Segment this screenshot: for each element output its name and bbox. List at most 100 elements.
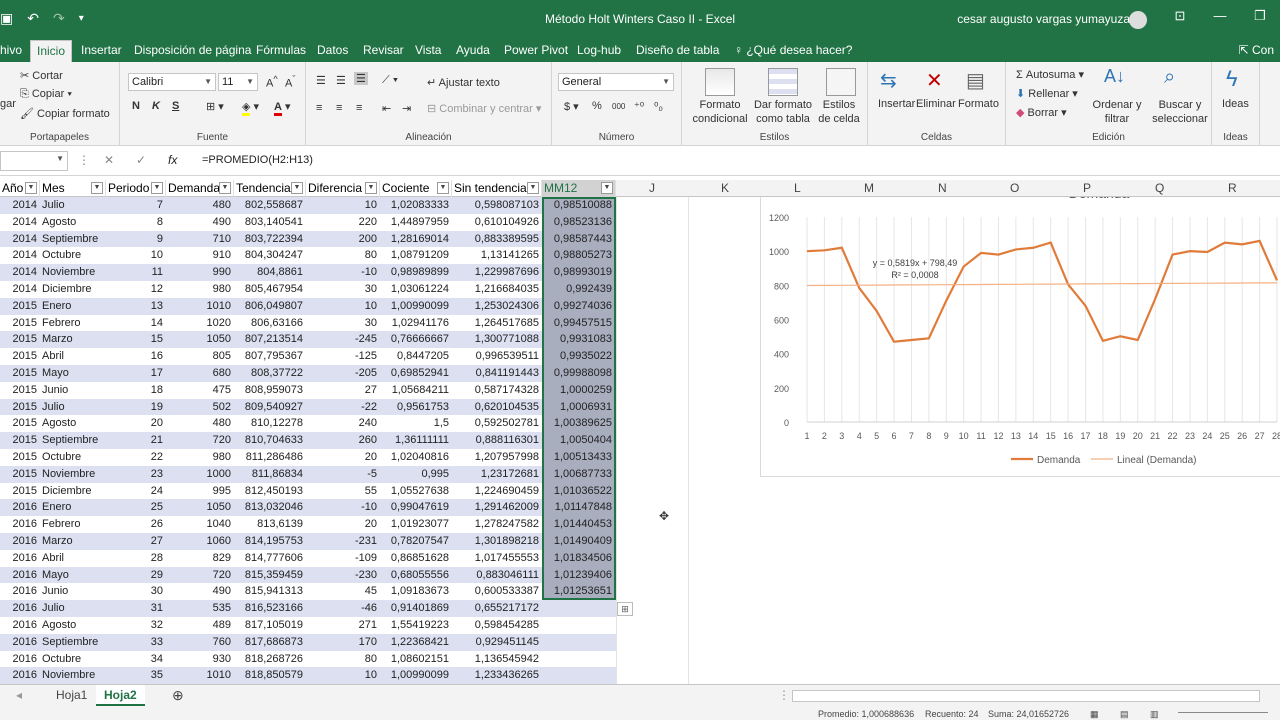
cell-sin-tendencia[interactable]: 1,136545942 — [452, 651, 542, 668]
cell-mes[interactable]: Agosto — [40, 617, 106, 634]
cell-diferencia[interactable]: 10 — [306, 298, 380, 315]
cell-diferencia[interactable]: -125 — [306, 348, 380, 365]
cell-diferencia[interactable]: -22 — [306, 399, 380, 416]
cell-cociente[interactable]: 0,91401869 — [380, 600, 452, 617]
column-header[interactable]: J — [649, 181, 655, 195]
cell-ano[interactable]: 2015 — [0, 483, 40, 500]
orientation-icon[interactable]: ⟋ ▾ — [382, 74, 398, 87]
cell-sin-tendencia[interactable]: 1,207957998 — [452, 449, 542, 466]
cell-mes[interactable]: Abril — [40, 550, 106, 567]
find-select-button[interactable]: Buscar y seleccionar — [1150, 98, 1210, 126]
cell-cociente[interactable]: 1,05684211 — [380, 382, 452, 399]
cell-diferencia[interactable]: 55 — [306, 483, 380, 500]
formula-input[interactable]: =PROMEDIO(H2:H13) — [202, 154, 313, 166]
cell-diferencia[interactable]: 260 — [306, 432, 380, 449]
cell-demanda[interactable]: 720 — [166, 567, 234, 584]
cell-mm12[interactable]: 1,01147848 — [542, 499, 616, 517]
cell-sin-tendencia[interactable]: 1,264517685 — [452, 315, 542, 332]
header-mes[interactable]: Mes ▼ — [40, 180, 106, 197]
cell-periodo[interactable]: 27 — [106, 533, 166, 550]
cell-mm12[interactable]: 1,01239406 — [542, 566, 616, 584]
zoom-slider[interactable] — [1178, 712, 1268, 713]
cell-mm12[interactable]: 1,00687733 — [542, 465, 616, 483]
cell-mes[interactable]: Julio — [40, 600, 106, 617]
cell-sin-tendencia[interactable]: 0,620104535 — [452, 399, 542, 416]
cell-cociente[interactable]: 1,55419223 — [380, 617, 452, 634]
cell-sin-tendencia[interactable]: 0,598087103 — [452, 197, 542, 214]
cell-demanda[interactable]: 829 — [166, 550, 234, 567]
cell-cociente[interactable]: 1,00990099 — [380, 298, 452, 315]
cell-demanda[interactable]: 995 — [166, 483, 234, 500]
filter-dropdown-icon[interactable]: ▼ — [527, 182, 539, 194]
cell-cociente[interactable]: 1,08791209 — [380, 247, 452, 264]
cell-diferencia[interactable]: 271 — [306, 617, 380, 634]
cell-mes[interactable]: Abril — [40, 348, 106, 365]
cell-tendencia[interactable]: 816,523166 — [234, 600, 306, 617]
cell-sin-tendencia[interactable]: 1,301898218 — [452, 533, 542, 550]
cell-tendencia[interactable]: 804,304247 — [234, 247, 306, 264]
cell-tendencia[interactable]: 815,359459 — [234, 567, 306, 584]
cell-demanda[interactable]: 680 — [166, 365, 234, 382]
filter-dropdown-icon[interactable]: ▼ — [601, 182, 613, 194]
quick-analysis-icon[interactable]: ⊞ — [617, 602, 633, 616]
column-header[interactable]: Q — [1155, 181, 1164, 195]
header-ano[interactable]: Año ▼ — [0, 180, 40, 197]
cell-diferencia[interactable]: 170 — [306, 634, 380, 651]
cell-periodo[interactable]: 25 — [106, 499, 166, 516]
cell-periodo[interactable]: 28 — [106, 550, 166, 567]
minimize-icon[interactable]: — — [1200, 8, 1240, 24]
cell-demanda[interactable]: 980 — [166, 449, 234, 466]
cell-tendencia[interactable]: 807,795367 — [234, 348, 306, 365]
cell-periodo[interactable]: 13 — [106, 298, 166, 315]
cell-ano[interactable]: 2015 — [0, 449, 40, 466]
cell-sin-tendencia[interactable]: 1,291462009 — [452, 499, 542, 516]
cell-mm12[interactable]: 1,01834506 — [542, 549, 616, 567]
format-painter-button[interactable]: 🖌 Copiar formato — [20, 107, 110, 120]
cell-periodo[interactable]: 35 — [106, 667, 166, 684]
cell-sin-tendencia[interactable]: 1,23172681 — [452, 466, 542, 483]
cell-demanda[interactable]: 1050 — [166, 499, 234, 516]
cell-mes[interactable]: Octubre — [40, 247, 106, 264]
cell-tendencia[interactable]: 805,467954 — [234, 281, 306, 298]
cell-diferencia[interactable]: -205 — [306, 365, 380, 382]
cell-diferencia[interactable]: 10 — [306, 667, 380, 684]
cell-cociente[interactable]: 0,98989899 — [380, 264, 452, 281]
tab-datos[interactable]: Datos — [311, 40, 354, 62]
cell-mm12[interactable] — [542, 617, 616, 634]
align-left-icon[interactable]: ≡ — [316, 102, 322, 114]
cell-mm12[interactable]: 0,9935022 — [542, 348, 616, 365]
format-cells-button[interactable]: Formato — [958, 98, 999, 110]
wrap-text-button[interactable]: ↵ Ajustar texto — [427, 76, 500, 89]
filter-dropdown-icon[interactable]: ▼ — [437, 182, 449, 194]
cell-mm12[interactable]: 1,01440453 — [542, 516, 616, 533]
cell-ano[interactable]: 2015 — [0, 298, 40, 315]
cell-tendencia[interactable]: 812,450193 — [234, 483, 306, 500]
cell-sin-tendencia[interactable]: 0,841191443 — [452, 365, 542, 382]
filter-dropdown-icon[interactable]: ▼ — [91, 182, 103, 194]
tab-archivo[interactable]: hivo — [0, 40, 28, 62]
header-mm12[interactable]: MM12 ▼ — [542, 180, 616, 197]
italic-button[interactable]: K — [152, 100, 160, 112]
cell-periodo[interactable]: 12 — [106, 281, 166, 298]
horizontal-scrollbar[interactable] — [792, 690, 1260, 702]
cell-sin-tendencia[interactable]: 1,253024306 — [452, 298, 542, 315]
cell-periodo[interactable]: 16 — [106, 348, 166, 365]
font-name-combo[interactable]: Calibri ▼ — [128, 73, 216, 91]
filter-dropdown-icon[interactable]: ▼ — [365, 182, 377, 194]
cell-mes[interactable]: Agosto — [40, 415, 106, 432]
cell-mm12[interactable] — [542, 667, 616, 684]
delete-cells-button[interactable]: Eliminar — [916, 98, 956, 110]
cell-demanda[interactable]: 480 — [166, 197, 234, 214]
tab-disposicion[interactable]: Disposición de página — [128, 40, 257, 62]
cell-mes[interactable]: Octubre — [40, 449, 106, 466]
cell-tendencia[interactable]: 814,777606 — [234, 550, 306, 567]
cell-sin-tendencia[interactable]: 0,883389595 — [452, 231, 542, 248]
currency-button[interactable]: $ ▾ — [564, 100, 579, 113]
cell-periodo[interactable]: 17 — [106, 365, 166, 382]
tab-power-pivot[interactable]: Power Pivot — [498, 40, 574, 62]
bold-button[interactable]: N — [132, 100, 140, 112]
cell-ano[interactable]: 2015 — [0, 382, 40, 399]
page-break-icon[interactable]: ▥ — [1150, 709, 1159, 720]
cell-ano[interactable]: 2016 — [0, 667, 40, 684]
cell-ano[interactable]: 2014 — [0, 197, 40, 214]
